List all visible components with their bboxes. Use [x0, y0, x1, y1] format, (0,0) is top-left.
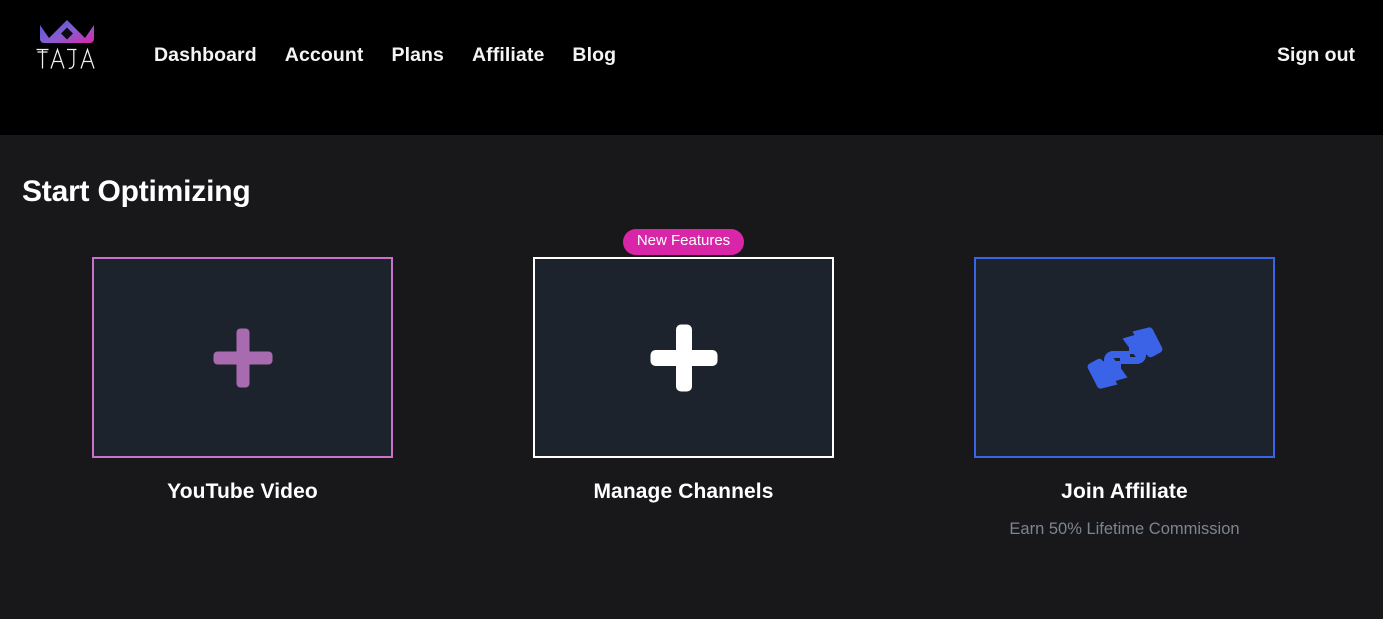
plus-icon [213, 328, 272, 387]
nav-item-account[interactable]: Account [285, 44, 364, 67]
brand-logo[interactable] [28, 12, 106, 72]
nav-item-affiliate[interactable]: Affiliate [472, 44, 544, 67]
handshake-icon [1087, 326, 1162, 389]
crown-icon [40, 20, 94, 43]
page-title: Start Optimizing [22, 175, 251, 208]
card-join-affiliate: Join Affiliate Earn 50% Lifetime Commiss… [904, 227, 1345, 539]
badge-slot [22, 227, 463, 257]
card-youtube-video: YouTube Video [22, 227, 463, 504]
nav-item-blog[interactable]: Blog [572, 44, 616, 67]
plus-icon [650, 324, 717, 391]
site-header: Dashboard Account Plans Affiliate Blog S… [0, 0, 1383, 135]
youtube-video-label: YouTube Video [167, 480, 318, 503]
youtube-video-tile[interactable] [92, 257, 393, 458]
brand-wordmark [36, 47, 95, 70]
nav-item-plans[interactable]: Plans [391, 44, 444, 67]
header-inner: Dashboard Account Plans Affiliate Blog S… [0, 0, 1383, 135]
join-affiliate-label: Join Affiliate [1061, 480, 1188, 503]
manage-channels-label: Manage Channels [593, 480, 774, 503]
manage-channels-tile[interactable] [533, 257, 834, 458]
badge-slot: New Features [463, 227, 904, 257]
sign-out-button[interactable]: Sign out [1277, 44, 1355, 67]
nav-item-dashboard[interactable]: Dashboard [154, 44, 257, 67]
join-affiliate-tile[interactable] [974, 257, 1275, 458]
badge-slot [904, 227, 1345, 257]
optimize-card-grid: YouTube Video New Features Manage Channe… [22, 227, 1361, 539]
join-affiliate-sublabel: Earn 50% Lifetime Commission [1009, 520, 1240, 538]
card-manage-channels: New Features Manage Channels [463, 227, 904, 504]
main-nav: Dashboard Account Plans Affiliate Blog [154, 44, 616, 67]
new-features-badge: New Features [622, 229, 745, 255]
main-content: Start Optimizing YouTube Video New Featu… [0, 135, 1383, 539]
